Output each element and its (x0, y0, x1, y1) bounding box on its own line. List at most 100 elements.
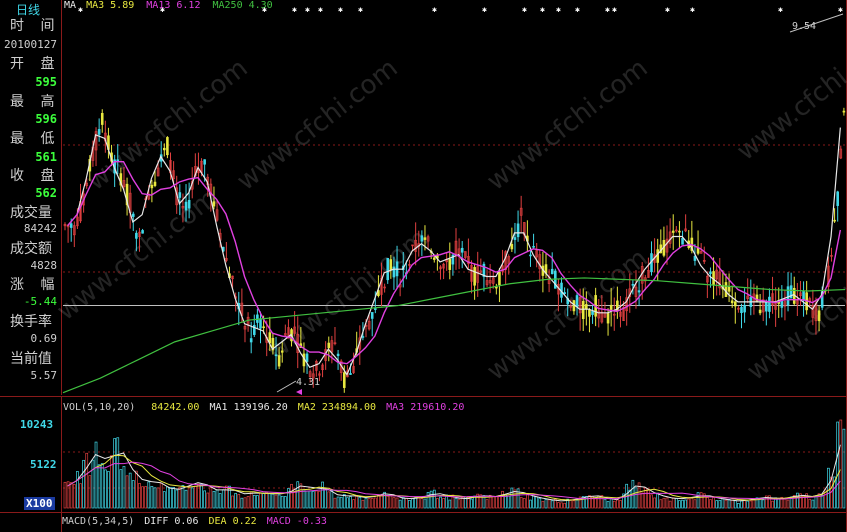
volume-bar (473, 495, 476, 509)
volume-bar (454, 497, 458, 509)
volume-bar (529, 499, 532, 509)
volume-bar (324, 489, 328, 509)
volume-bar (299, 483, 303, 509)
volume-bar (609, 497, 613, 509)
volume-bar (457, 499, 461, 509)
volume-bar (408, 500, 411, 509)
volume-bar (538, 498, 542, 509)
volume-bar (563, 502, 566, 509)
volume-bar (63, 481, 67, 509)
volume-bar (190, 487, 194, 509)
price-chart[interactable]: ✱ ✱ ✱ ✱ ✱ ✱ ✱ ✱ ✱ ✱ ✱ ✱ ✱ ✱ ✱ ✱ ✱ ✱ ✱ ✱ 9.54 4.31 (0, 0, 847, 532)
volume-bar (690, 497, 694, 509)
volume-bar (519, 497, 523, 509)
volume-bar (491, 495, 495, 509)
volume-bar (712, 497, 715, 509)
candle-body (727, 285, 731, 292)
volume-bar (262, 493, 265, 509)
volume-bar (150, 485, 154, 509)
event-marker: ✱ (262, 5, 267, 14)
candle-body (709, 271, 712, 274)
volume-bar (88, 475, 92, 509)
volume-bar (436, 498, 439, 509)
volume-bar (650, 494, 653, 509)
volume-bar (526, 492, 529, 509)
volume-bar (752, 499, 756, 509)
volume-bar (315, 490, 318, 509)
volume-bar (225, 485, 228, 509)
volume-bar (82, 459, 85, 509)
volume-bar (398, 499, 402, 509)
volume-bar (550, 500, 554, 509)
volume-bar (277, 494, 281, 509)
volume-bar (541, 500, 545, 509)
candle-body (758, 309, 762, 314)
volume-bar (420, 498, 424, 509)
volume-bar (507, 495, 511, 509)
low-arrow-icon (296, 389, 302, 395)
volume-bar (346, 497, 349, 509)
volume-bar (616, 499, 619, 509)
candle-body (386, 258, 390, 281)
candle-body (473, 267, 476, 286)
candle-body (743, 304, 746, 313)
volume-bar (228, 485, 231, 509)
volume-bar (513, 489, 517, 509)
volume-bar (392, 497, 396, 509)
volume-bar (103, 469, 107, 509)
candle-body (150, 184, 154, 189)
volume-bar (414, 497, 418, 509)
volume-bar (256, 495, 259, 509)
volume-bar (206, 492, 210, 509)
volume-bar (218, 493, 222, 509)
candle-body (631, 284, 635, 286)
candle-body (69, 223, 73, 228)
volume-bar (811, 499, 815, 509)
volume-bar (355, 496, 359, 509)
candle-body (336, 353, 340, 357)
volume-bar (699, 492, 703, 509)
candle-body (153, 181, 157, 186)
candle-body (575, 295, 579, 308)
volume-bar (737, 503, 740, 509)
volume-bar (569, 499, 573, 509)
volume-bar (268, 493, 272, 509)
volume-bar (135, 470, 138, 509)
candle-body (696, 247, 700, 254)
volume-bar (758, 498, 762, 509)
volume-bar (653, 497, 656, 509)
candle-body (842, 110, 846, 113)
volume-bar (494, 495, 498, 509)
candle-body (730, 300, 734, 304)
candle-body (495, 286, 498, 289)
volume-bar (361, 499, 365, 509)
volume-bar (240, 497, 244, 509)
volume-bar (522, 498, 526, 509)
event-marker: ✱ (556, 5, 561, 14)
candle-body (637, 290, 641, 293)
event-marker: ✱ (838, 5, 843, 14)
event-marker: ✱ (358, 5, 363, 14)
candle-body (97, 129, 101, 135)
vol-ma1-line (67, 444, 841, 502)
volume-bar (373, 497, 377, 509)
candle-body (550, 268, 554, 275)
volume-bar (172, 487, 175, 509)
volume-bar (501, 490, 504, 509)
volume-bar (280, 495, 284, 509)
candle-body (498, 271, 501, 286)
volume-bar (85, 452, 89, 509)
volume-bar (311, 491, 315, 509)
volume-bar (820, 495, 824, 509)
volume-bar (510, 487, 514, 509)
candle-body (131, 213, 135, 217)
volume-bar (327, 491, 331, 509)
volume-bar (144, 486, 148, 509)
candle-body (432, 257, 436, 260)
volume-bar (671, 497, 675, 509)
event-marker: ✱ (575, 5, 580, 14)
volume-bar (743, 500, 746, 509)
candle-body (184, 201, 188, 211)
volume-bar (193, 485, 197, 509)
volume-bar (128, 472, 132, 509)
